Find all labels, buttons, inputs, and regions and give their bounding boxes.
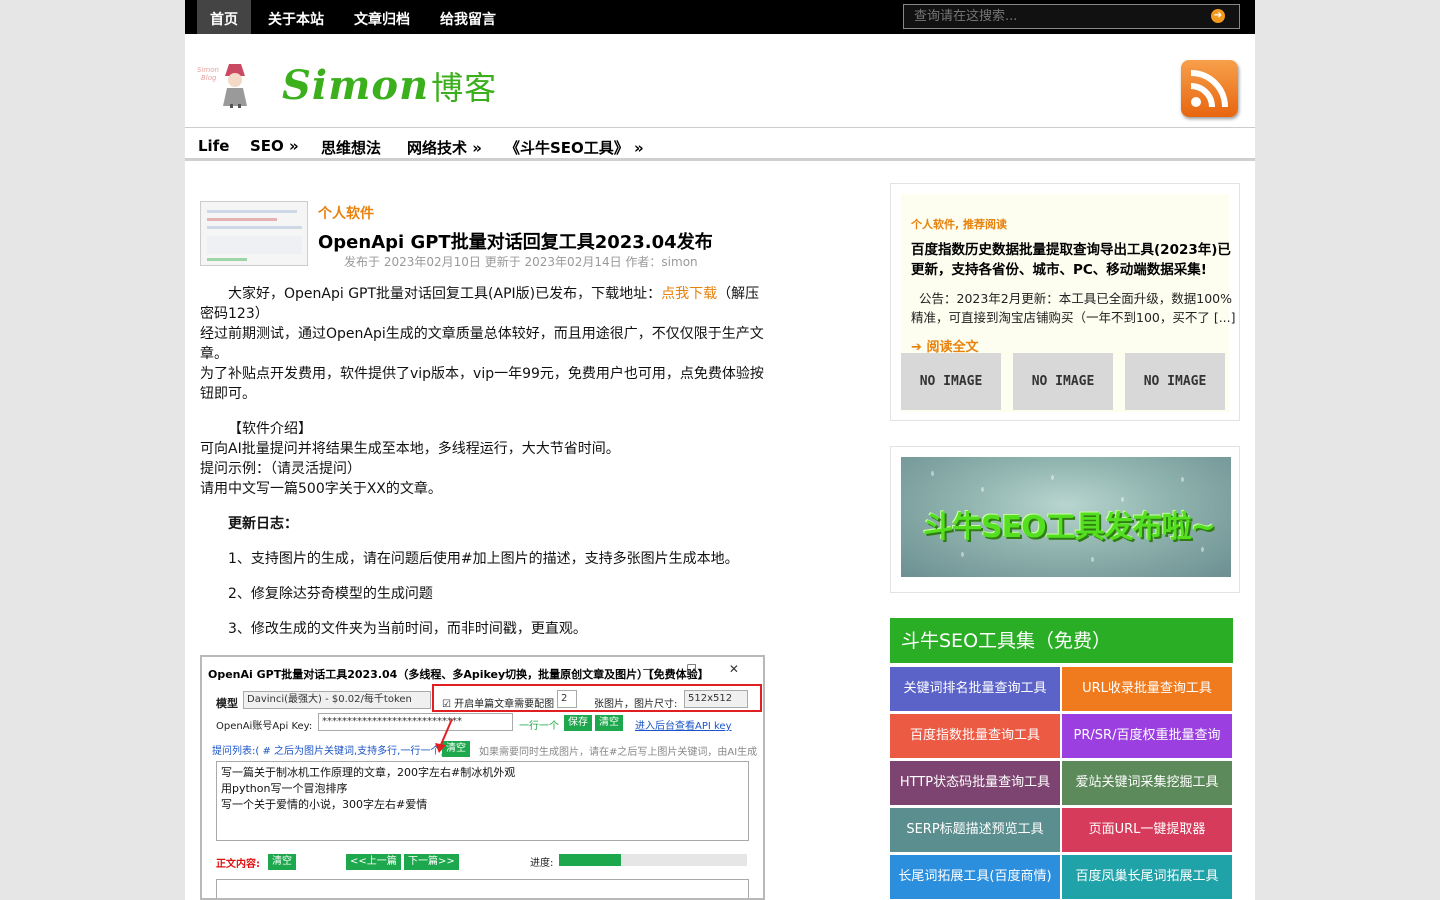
screenshot-window-title: OpenAi GPT批量对话工具2023.04（多线程、多Apikey切换，批量… bbox=[208, 668, 709, 681]
progress-fill bbox=[559, 854, 622, 866]
image-checkbox-label: ☑ 开启单篇文章需要配图 bbox=[442, 695, 554, 710]
post-paragraph: 为了补贴点开发费用，软件提供了vip版本，vip一年99元，免费用户也可用，点免… bbox=[200, 366, 764, 402]
site-logo[interactable]: Simon博客 bbox=[282, 62, 497, 109]
featured-categories: 个人软件, 推荐阅读 bbox=[911, 216, 1007, 232]
changelog-item: 2、修复除达芬奇模型的生成问题 bbox=[228, 586, 433, 602]
search-submit-icon[interactable]: ➜ bbox=[1211, 9, 1225, 23]
post-meta: 发布于 2023年02月10日 更新于 2023年02月14日 作者：simon bbox=[344, 255, 698, 269]
post-paragraph: 经过前期测试，通过OpenApi生成的文章质量总体较好，而且用途很广，不仅仅限于… bbox=[200, 326, 764, 362]
model-label: 模型 bbox=[216, 697, 238, 710]
apikey-link: 进入后台查看API key bbox=[635, 721, 732, 732]
apikey-field: **************************** bbox=[318, 713, 513, 731]
nav-guestbook[interactable]: 给我留言 bbox=[440, 0, 496, 34]
tool-link[interactable]: SERP标题描述预览工具 bbox=[890, 808, 1060, 852]
changelog-item: 1、支持图片的生成，请在问题后使用#加上图片的描述，支持多张图片生成本地。 bbox=[228, 551, 739, 567]
progress-bar bbox=[559, 854, 747, 866]
image-count-field: 2 bbox=[557, 690, 577, 708]
top-bar: 首页 关于本站 文章归档 给我留言 ➜ bbox=[185, 0, 1255, 34]
cat-separator: , bbox=[955, 218, 964, 231]
nav-home[interactable]: 首页 bbox=[197, 0, 251, 34]
cat-network-tech[interactable]: 网络技术 » bbox=[407, 137, 482, 158]
tool-link[interactable]: HTTP状态码批量查询工具 bbox=[890, 761, 1060, 805]
question-list-label: 提问列表:( # 之后为图片关键词,支持多行,一行一个) bbox=[212, 746, 445, 757]
cat-douniu-seo[interactable]: 《斗牛SEO工具》 » bbox=[505, 137, 644, 158]
apikey-label: OpenAi账号Api Key: bbox=[216, 721, 313, 732]
changelog-heading: 更新日志： bbox=[228, 516, 298, 532]
mascot-logo-icon: Simon Blog bbox=[197, 64, 247, 108]
tool-link[interactable]: 百度指数批量查询工具 bbox=[890, 714, 1060, 758]
banner-widget: 斗牛SEO工具发布啦~ bbox=[890, 446, 1240, 593]
mascot-text: Simon bbox=[197, 66, 219, 74]
question-textarea: 写一篇关于制冰机工作原理的文章，200字左右#制冰机外观 用python写一个冒… bbox=[216, 761, 749, 841]
search-input[interactable] bbox=[904, 5, 1204, 28]
tool-link[interactable]: 关键词排名批量查询工具 bbox=[890, 667, 1060, 711]
featured-cat-link[interactable]: 个人软件 bbox=[911, 218, 955, 231]
prev-article-button: <<上一篇 bbox=[346, 854, 401, 870]
checkbox-icon: ☑ bbox=[442, 699, 451, 710]
tool-link[interactable]: 页面URL一键提取器 bbox=[1062, 808, 1232, 852]
post-thumbnail[interactable] bbox=[200, 201, 308, 266]
clear-key-button: 清空 bbox=[595, 715, 623, 731]
logo-latin: Simon bbox=[282, 62, 430, 109]
tool-link[interactable]: PR/SR/百度权重批量查询 bbox=[1062, 714, 1232, 758]
download-link[interactable]: 点我下载 bbox=[661, 286, 717, 302]
tool-link[interactable]: 百度凤巢长尾词拓展工具 bbox=[1062, 855, 1232, 899]
nav-about[interactable]: 关于本站 bbox=[268, 0, 324, 34]
banner-text: 斗牛SEO工具发布啦~ bbox=[923, 510, 1216, 545]
search-box: ➜ bbox=[903, 4, 1240, 29]
save-key-button: 保存 bbox=[564, 715, 592, 731]
content-label: 正文内容: bbox=[216, 859, 260, 870]
cat-life[interactable]: Life bbox=[198, 137, 229, 155]
cat-seo[interactable]: SEO » bbox=[250, 137, 299, 155]
changelog-item: 3、修改生成的文件夹为当前时间，而非时间戳，更直观。 bbox=[228, 621, 587, 637]
question-line: 写一个关于爱情的小说，300字左右#爱情 bbox=[221, 798, 428, 811]
tool-link[interactable]: 爱站关键词采集挖掘工具 bbox=[1062, 761, 1232, 805]
one-per-line-label: 一行一个 bbox=[519, 721, 559, 732]
featured-post-title[interactable]: 百度指数历史数据批量提取查询导出工具(2023年)已更新，支持各省份、城市、PC… bbox=[911, 240, 1236, 280]
question-line: 写一篇关于制冰机工作原理的文章，200字左右#制冰机外观 bbox=[221, 766, 516, 779]
featured-post-widget: 个人软件, 推荐阅读 百度指数历史数据批量提取查询导出工具(2023年)已更新，… bbox=[890, 183, 1240, 421]
image-checkbox-text: 开启单篇文章需要配图 bbox=[454, 699, 555, 710]
question-line: 用python写一个冒泡排序 bbox=[221, 782, 348, 795]
rss-feed-icon[interactable] bbox=[1181, 60, 1238, 117]
related-post-thumb[interactable]: NO IMAGE bbox=[1125, 353, 1225, 410]
tool-link[interactable]: URL收录批量查询工具 bbox=[1062, 667, 1232, 711]
intro-line: 提问示例：（请灵活提问） bbox=[200, 461, 361, 477]
clear-content-button: 清空 bbox=[268, 854, 296, 870]
next-article-button: 下一篇>> bbox=[404, 854, 459, 870]
post-title[interactable]: OpenApi GPT批量对话回复工具2023.04发布 bbox=[318, 228, 713, 254]
svg-text:Blog: Blog bbox=[201, 74, 217, 82]
nav-archive[interactable]: 文章归档 bbox=[354, 0, 410, 34]
p1-text: 大家好，OpenApi GPT批量对话回复工具(API版)已发布，下载地址： bbox=[228, 286, 662, 302]
tool-link[interactable]: 长尾词拓展工具(百度商情) bbox=[890, 855, 1060, 899]
content-textarea bbox=[216, 879, 749, 898]
post-paragraph: 大家好，OpenApi GPT批量对话回复工具(API版)已发布，下载地址：点我… bbox=[200, 284, 765, 324]
tools-heading: 斗牛SEO工具集（免费） bbox=[890, 618, 1233, 663]
featured-cat-link[interactable]: 推荐阅读 bbox=[963, 218, 1007, 231]
category-nav: Life SEO » 思维想法 网络技术 » 《斗牛SEO工具》 » bbox=[185, 127, 1255, 161]
image-size-label: 张图片，图片尺寸: bbox=[594, 699, 678, 710]
model-select: Davinci(最强大) - $0.02/每千token bbox=[243, 691, 431, 709]
window-controls-icon: — ☐ ✕ bbox=[642, 662, 753, 676]
post-category[interactable]: 个人软件 bbox=[318, 203, 374, 223]
related-post-thumb[interactable]: NO IMAGE bbox=[1013, 353, 1113, 410]
progress-label: 进度: bbox=[530, 858, 554, 869]
related-post-thumb[interactable]: NO IMAGE bbox=[901, 353, 1001, 410]
intro-line: 请用中文写一篇500字关于XX的文章。 bbox=[200, 481, 442, 497]
intro-heading: 【软件介绍】 bbox=[228, 421, 312, 437]
page: 首页 关于本站 文章归档 给我留言 ➜ Simon Blog Simon博客 L… bbox=[185, 0, 1255, 900]
tool-screenshot: OpenAi GPT批量对话工具2023.04（多线程、多Apikey切换，批量… bbox=[200, 655, 765, 900]
featured-post-excerpt: 公告：2023年2月更新：本工具已全面升级，数据100%精准，可直接到淘宝店铺购… bbox=[911, 291, 1236, 325]
seo-tool-banner[interactable]: 斗牛SEO工具发布啦~ bbox=[901, 457, 1231, 577]
cat-thoughts[interactable]: 思维想法 bbox=[321, 137, 381, 158]
intro-line: 可向AI批量提问并将结果生成至本地，多线程运行，大大节省时间。 bbox=[200, 441, 620, 457]
image-hint: 如果需要同时生成图片，请在#之后写上图片关键词，由AI生成 bbox=[479, 747, 758, 758]
logo-cn: 博客 bbox=[431, 69, 498, 107]
red-arrow-icon bbox=[435, 718, 453, 753]
post-body: 大家好，OpenApi GPT批量对话回复工具(API版)已发布，下载地址：点我… bbox=[200, 284, 765, 639]
image-size-select: 512x512 bbox=[684, 690, 748, 708]
